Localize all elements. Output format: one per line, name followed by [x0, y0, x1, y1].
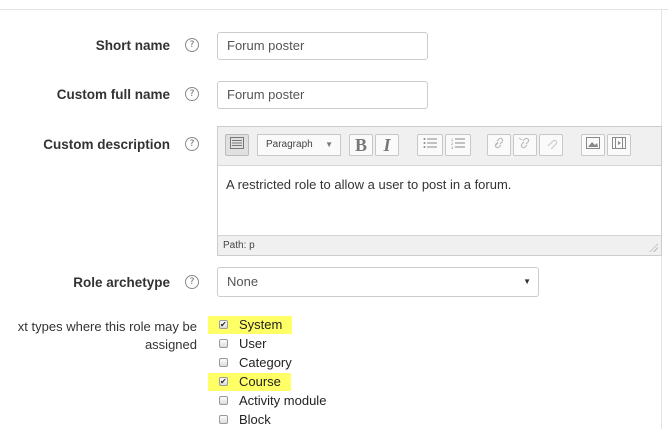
role-archetype-value: None: [227, 274, 259, 289]
checkbox-checked[interactable]: [219, 320, 228, 330]
link-icon[interactable]: [487, 134, 511, 156]
help-icon[interactable]: ?: [185, 87, 199, 101]
paragraph-format-value: Paragraph: [266, 139, 313, 150]
ordered-list-icon[interactable]: 123: [445, 134, 471, 156]
checkbox[interactable]: [219, 339, 228, 349]
italic-icon[interactable]: I: [375, 134, 399, 156]
checkbox[interactable]: [219, 396, 228, 406]
context-option-label: Block: [239, 412, 271, 427]
context-option-block[interactable]: Block: [218, 411, 271, 429]
context-types-label-line2: assigned: [144, 337, 197, 352]
unlink-icon[interactable]: [513, 134, 537, 156]
edit-role-form: Short name ? Forum poster Custom full na…: [0, 0, 668, 429]
form-top-border: [0, 9, 668, 10]
custom-full-name-label: Custom full name: [56, 87, 170, 102]
checkbox[interactable]: [219, 415, 228, 425]
media-icon[interactable]: [607, 134, 631, 156]
checkbox-checked[interactable]: [219, 377, 228, 387]
anchor-icon[interactable]: [539, 134, 563, 156]
context-option-label: Category: [239, 355, 292, 370]
help-icon[interactable]: ?: [185, 137, 199, 151]
context-option-category[interactable]: Category: [218, 354, 292, 372]
paragraph-format-select[interactable]: Paragraph ▼: [257, 134, 341, 156]
context-option-user[interactable]: User: [218, 335, 266, 353]
context-option-activity-module[interactable]: Activity module: [218, 392, 326, 410]
svg-text:3: 3: [451, 145, 454, 149]
short-name-label: Short name: [95, 38, 170, 53]
help-icon[interactable]: ?: [185, 38, 199, 52]
custom-description-label: Custom description: [43, 137, 170, 152]
chevron-down-icon: ▼: [523, 277, 531, 286]
context-option-label: User: [239, 336, 267, 351]
context-types-label-line1: xt types where this role may be: [17, 319, 197, 334]
role-archetype-label: Role archetype: [73, 275, 170, 290]
role-archetype-select[interactable]: None ▼: [217, 267, 539, 297]
context-option-label: Activity module: [239, 393, 327, 408]
context-option-label: System: [239, 317, 283, 332]
resize-handle-icon[interactable]: [649, 243, 658, 252]
description-editor: Paragraph ▼ B I 123 A restricted role to…: [217, 126, 662, 256]
context-option-label: Course: [239, 374, 281, 389]
context-option-system[interactable]: System: [208, 316, 293, 334]
editor-content-area[interactable]: A restricted role to allow a user to pos…: [226, 177, 511, 192]
short-name-input[interactable]: Forum poster: [217, 32, 428, 60]
context-option-course[interactable]: Course: [208, 373, 291, 391]
editor-path-text: Path: p: [223, 240, 255, 251]
bold-icon[interactable]: B: [349, 134, 373, 156]
help-icon[interactable]: ?: [185, 275, 199, 289]
custom-full-name-input[interactable]: Forum poster: [217, 81, 428, 109]
checkbox[interactable]: [219, 358, 228, 368]
image-icon[interactable]: [581, 134, 605, 156]
editor-path-bar: Path: p: [218, 235, 661, 255]
chevron-down-icon: ▼: [325, 140, 333, 149]
editor-toolbar: Paragraph ▼ B I 123: [218, 127, 661, 166]
toolbar-toggle-icon[interactable]: [225, 134, 249, 156]
unordered-list-icon[interactable]: [417, 134, 443, 156]
